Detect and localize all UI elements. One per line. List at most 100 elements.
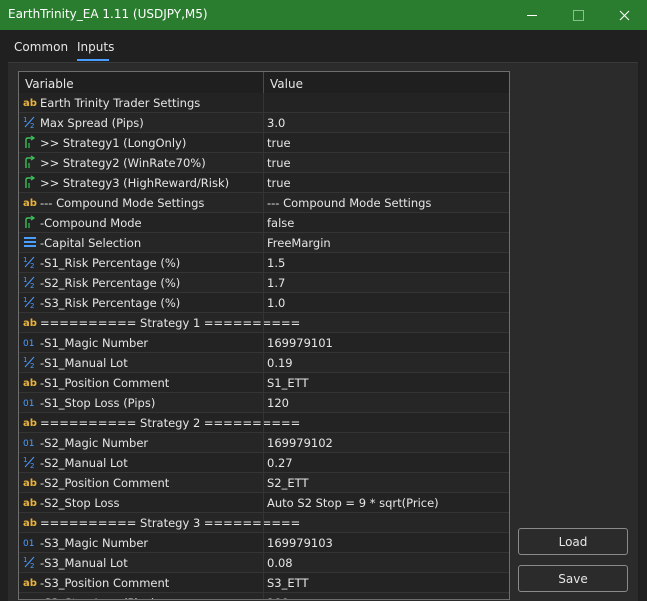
column-divider[interactable] [263, 72, 264, 93]
string-ab-icon: ab [23, 515, 37, 529]
cell-divider [263, 533, 264, 553]
integer-01-icon: 01 [23, 595, 37, 599]
table-row[interactable]: 01 -S2_Magic Number 169979102 [19, 433, 509, 453]
variable-value[interactable]: 0.19 [267, 356, 293, 370]
variable-value[interactable]: 190 [267, 596, 289, 599]
cell-divider [263, 453, 264, 473]
table-row[interactable]: 01 -S3_Magic Number 169979103 [19, 533, 509, 553]
table-row[interactable]: ab ========== Strategy 2 ========== [19, 413, 509, 433]
table-row[interactable]: 1 2 -S1_Risk Percentage (%) 1.5 [19, 253, 509, 273]
variable-name: -Capital Selection [40, 236, 142, 250]
table-row[interactable]: 1 2 -S1_Manual Lot 0.19 [19, 353, 509, 373]
table-row[interactable]: 01 -S1_Stop Loss (Pips) 120 [19, 393, 509, 413]
bool-arrow-icon [23, 135, 37, 149]
svg-text:01: 01 [23, 339, 34, 349]
column-header-variable[interactable]: Variable [25, 77, 74, 91]
table-row[interactable]: ab -S1_Position Comment S1_ETT [19, 373, 509, 393]
table-row[interactable]: ab ========== Strategy 1 ========== [19, 313, 509, 333]
cell-divider [263, 273, 264, 293]
variable-name: Earth Trinity Trader Settings [40, 96, 201, 110]
variable-name: >> Strategy3 (HighReward/Risk) [40, 176, 230, 190]
load-button[interactable]: Load [518, 528, 628, 555]
save-button[interactable]: Save [518, 565, 628, 592]
table-row[interactable]: -Compound Mode false [19, 213, 509, 233]
tab-inputs[interactable]: Inputs [77, 40, 114, 54]
integer-01-icon: 01 [23, 335, 37, 349]
table-row[interactable]: 1 2 Max Spread (Pips) 3.0 [19, 113, 509, 133]
svg-text:ab: ab [23, 98, 37, 109]
table-row[interactable]: 1 2 -S3_Risk Percentage (%) 1.0 [19, 293, 509, 313]
variable-name: -S2_Risk Percentage (%) [40, 276, 181, 290]
svg-text:01: 01 [23, 539, 34, 549]
tab-common[interactable]: Common [14, 40, 68, 54]
variable-value[interactable]: 0.27 [267, 456, 293, 470]
svg-text:1: 1 [23, 116, 27, 124]
variable-value[interactable]: 169979103 [267, 536, 333, 550]
cell-divider [263, 433, 264, 453]
variable-name: ========== Strategy 2 ========== [40, 416, 301, 430]
table-row[interactable]: >> Strategy3 (HighReward/Risk) true [19, 173, 509, 193]
window-title: EarthTrinity_EA 1.11 (USDJPY,M5) [8, 7, 208, 21]
table-row[interactable]: ab -S3_Position Comment S3_ETT [19, 573, 509, 593]
bool-arrow-icon [23, 175, 37, 189]
variable-value[interactable]: 169979101 [267, 336, 333, 350]
svg-text:ab: ab [23, 498, 37, 509]
svg-text:01: 01 [23, 399, 34, 409]
variable-name: Max Spread (Pips) [40, 116, 144, 130]
maximize-icon [572, 9, 584, 21]
table-body: ab Earth Trinity Trader Settings 1 2 Max Spr… [19, 93, 509, 599]
variable-value[interactable]: 1.0 [267, 296, 285, 310]
double-half-icon: 12 [23, 555, 37, 570]
svg-text:2: 2 [30, 282, 34, 289]
variable-value[interactable]: S2_ETT [267, 476, 308, 490]
table-row[interactable]: 1 2 -S2_Manual Lot 0.27 [19, 453, 509, 473]
table-row[interactable]: >> Strategy2 (WinRate70%) true [19, 153, 509, 173]
maximize-button[interactable] [555, 0, 601, 30]
variable-value[interactable]: --- Compound Mode Settings [267, 196, 431, 210]
svg-text:2: 2 [30, 562, 34, 569]
variable-value[interactable]: 3.0 [267, 116, 285, 130]
variable-value[interactable]: true [267, 176, 291, 190]
variable-value[interactable]: true [267, 136, 291, 150]
minimize-button[interactable] [509, 0, 555, 30]
close-icon [619, 10, 629, 20]
table-row[interactable]: ab --- Compound Mode Settings --- Compound… [19, 193, 509, 213]
variable-value[interactable]: true [267, 156, 291, 170]
variable-value[interactable]: 0.08 [267, 556, 293, 570]
bool-arrow-icon [23, 215, 37, 229]
table-row[interactable]: ab Earth Trinity Trader Settings [19, 93, 509, 113]
variable-value[interactable]: S3_ETT [267, 576, 308, 590]
table-row[interactable]: 1 2 -S3_Manual Lot 0.08 [19, 553, 509, 573]
svg-text:01: 01 [23, 439, 34, 449]
cell-divider [263, 513, 264, 533]
table-row[interactable]: 01-S3_Stop Loss (Pips) 190 [19, 593, 509, 599]
variable-value[interactable]: S1_ETT [267, 376, 308, 390]
variable-name: -S3_Risk Percentage (%) [40, 296, 181, 310]
variable-value[interactable]: FreeMargin [267, 236, 331, 250]
variable-value[interactable]: 169979102 [267, 436, 333, 450]
variable-value[interactable]: 120 [267, 396, 289, 410]
table-row[interactable]: ab -S2_Stop Loss Auto S2 Stop = 9 * sqrt(P… [19, 493, 509, 513]
table-row[interactable]: -Capital Selection FreeMargin [19, 233, 509, 253]
table-row[interactable]: ab ========== Strategy 3 ========== [19, 513, 509, 533]
cell-divider [263, 353, 264, 373]
variable-name: -S1_Stop Loss (Pips) [40, 396, 156, 410]
double-half-icon: 12 [23, 355, 37, 370]
variable-value[interactable]: Auto S2 Stop = 9 * sqrt(Price) [267, 496, 439, 510]
table-row[interactable]: ab -S2_Position Comment S2_ETT [19, 473, 509, 493]
svg-text:1: 1 [23, 456, 27, 464]
string-ab-icon: ab [23, 415, 37, 429]
variable-value[interactable]: 1.7 [267, 276, 285, 290]
variable-name: >> Strategy1 (LongOnly) [40, 136, 187, 150]
column-header-value[interactable]: Value [270, 77, 303, 91]
cell-divider [263, 293, 264, 313]
enum-list-icon [23, 235, 37, 249]
variable-value[interactable]: 1.5 [267, 256, 285, 270]
table-row[interactable]: 1 2 -S2_Risk Percentage (%) 1.7 [19, 273, 509, 293]
cell-divider [263, 333, 264, 353]
close-button[interactable] [601, 0, 647, 30]
table-row[interactable]: >> Strategy1 (LongOnly) true [19, 133, 509, 153]
cell-divider [263, 593, 264, 599]
table-row[interactable]: 01 -S1_Magic Number 169979101 [19, 333, 509, 353]
variable-value[interactable]: false [267, 216, 294, 230]
